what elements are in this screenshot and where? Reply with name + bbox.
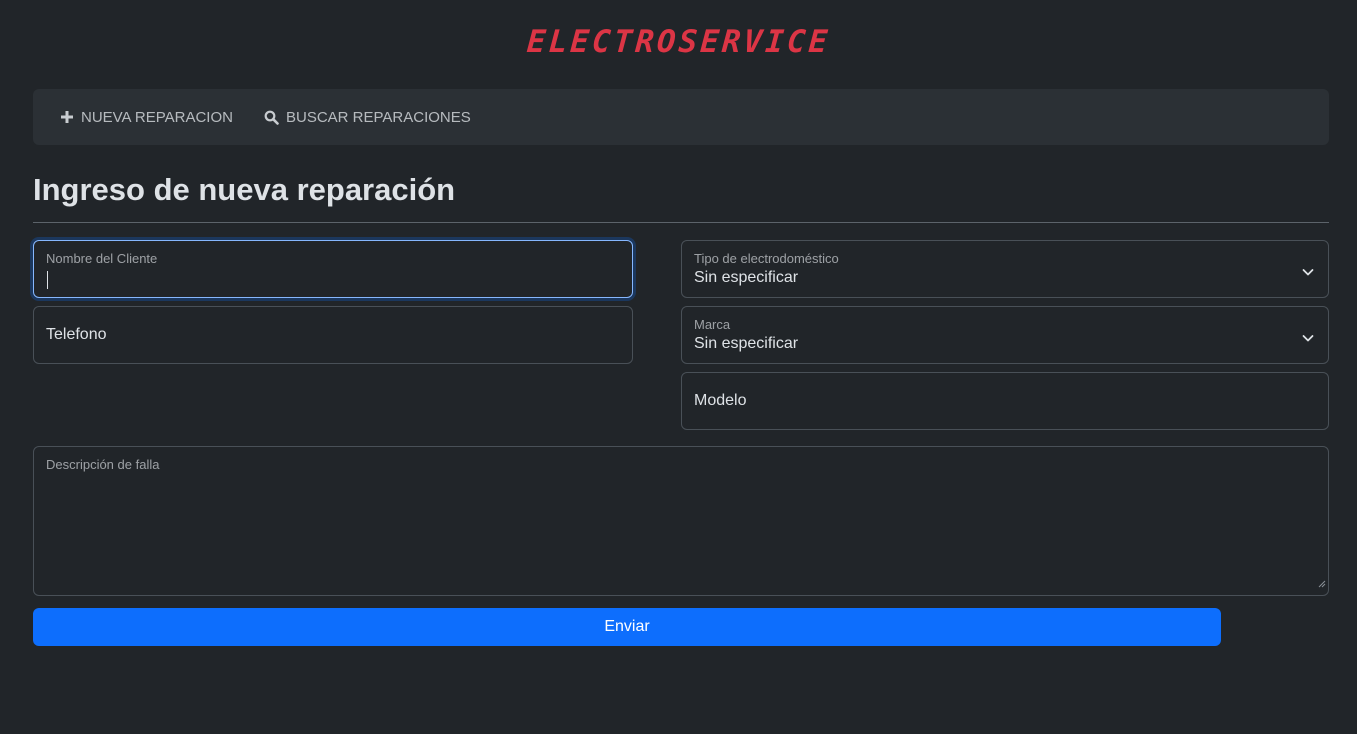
client-name-label: Nombre del Cliente — [46, 251, 158, 266]
chevron-down-icon — [1302, 330, 1314, 348]
fault-description-textarea[interactable]: Descripción de falla — [33, 446, 1329, 596]
brand-logo-text: ELECTROSERVICE — [525, 24, 832, 60]
client-name-field[interactable]: Nombre del Cliente — [33, 240, 633, 298]
plus-icon — [60, 110, 74, 124]
fault-description-label: Descripción de falla — [46, 457, 160, 472]
phone-placeholder: Telefono — [46, 326, 107, 343]
model-placeholder: Modelo — [694, 392, 747, 409]
search-icon — [264, 110, 279, 125]
nav-buscar-reparaciones[interactable]: BUSCAR REPARACIONES — [264, 109, 471, 126]
appliance-type-select[interactable]: Tipo de electrodoméstico Sin especificar — [681, 240, 1329, 298]
appliance-type-value: Sin especificar — [694, 269, 799, 286]
page-title: Ingreso de nueva reparación — [33, 172, 456, 207]
appliance-type-label: Tipo de electrodoméstico — [694, 251, 839, 266]
nav-nueva-reparacion[interactable]: NUEVA REPARACION — [60, 109, 233, 126]
chevron-down-icon — [1302, 264, 1314, 282]
submit-button[interactable]: Enviar — [33, 608, 1221, 646]
phone-field[interactable]: Telefono — [33, 306, 633, 364]
model-field[interactable]: Modelo — [681, 372, 1329, 430]
text-caret — [47, 271, 48, 289]
divider — [33, 222, 1329, 223]
nav-buscar-reparaciones-label: BUSCAR REPARACIONES — [285, 108, 471, 126]
brand-logo: ELECTROSERVICE — [0, 24, 1357, 60]
navbar: NUEVA REPARACION BUSCAR REPARACIONES — [33, 89, 1329, 145]
brand-select-value: Sin especificar — [694, 335, 799, 352]
brand-select-label: Marca — [694, 317, 731, 332]
brand-select[interactable]: Marca Sin especificar — [681, 306, 1329, 364]
resize-handle-icon[interactable] — [1317, 575, 1326, 593]
nav-nueva-reparacion-label: NUEVA REPARACION — [81, 108, 233, 126]
